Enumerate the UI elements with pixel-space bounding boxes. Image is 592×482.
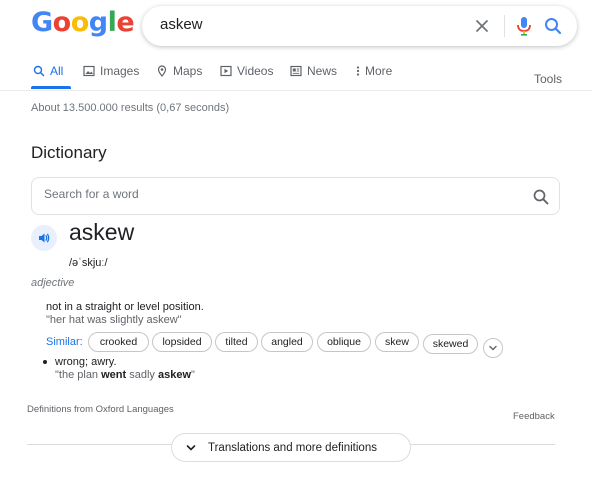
more-vert-icon [356, 66, 360, 76]
similar-chip-lopsided[interactable]: lopsided [152, 332, 212, 352]
tab-label: Maps [173, 64, 203, 78]
definition-text: not in a straight or level position. [46, 301, 204, 313]
dictionary-search-button[interactable] [532, 188, 550, 206]
search-button[interactable] [542, 15, 564, 37]
tools-button[interactable]: Tools [534, 72, 562, 86]
definition-example: "the plan went sadly askew" [55, 369, 195, 381]
search-input[interactable]: askew [160, 16, 203, 33]
search-icon [33, 65, 45, 77]
search-tabs: All Images Maps Videos News More [31, 64, 571, 88]
tab-label: Images [100, 64, 140, 78]
similar-chip-skewed[interactable]: skewed [423, 334, 478, 354]
definition-example: "her hat was slightly askew" [46, 314, 182, 326]
example-emphasis: askew [157, 369, 191, 381]
results-count: About 13.500.000 results (0,67 seconds) [31, 102, 230, 114]
voice-search-button[interactable] [514, 15, 534, 37]
logo-letter: G [31, 7, 53, 38]
tab-label: More [365, 64, 393, 78]
search-icon [545, 18, 562, 35]
feedback-link[interactable]: Feedback [513, 411, 555, 422]
tab-label: Videos [237, 64, 274, 78]
image-icon [83, 65, 95, 77]
google-logo[interactable]: Google [31, 7, 135, 38]
clear-search-button[interactable] [472, 16, 492, 36]
more-similar-button[interactable] [483, 338, 503, 358]
example-text: "the plan [55, 369, 102, 381]
search-box[interactable]: askew [142, 6, 577, 46]
tab-more[interactable]: More [356, 64, 392, 78]
similar-label: Similar: [46, 336, 83, 348]
search-divider [504, 15, 505, 37]
example-text: " [191, 369, 195, 381]
microphone-icon [517, 17, 531, 36]
tab-label: News [307, 64, 338, 78]
dictionary-word: askew [69, 219, 135, 245]
similar-chip-crooked[interactable]: crooked [88, 332, 149, 352]
similar-chip-tilted[interactable]: tilted [215, 332, 258, 352]
news-icon [290, 65, 302, 77]
video-icon [220, 65, 232, 77]
chevron-down-icon [186, 444, 196, 451]
dictionary-search-box[interactable]: Search for a word [31, 177, 560, 215]
tab-maps[interactable]: Maps [156, 64, 202, 78]
similar-chip-oblique[interactable]: oblique [317, 332, 371, 352]
map-pin-icon [157, 65, 167, 77]
logo-letter: l [107, 7, 117, 38]
search-icon [533, 189, 549, 205]
definitions-source: Definitions from Oxford Languages [27, 404, 174, 415]
tab-all[interactable]: All [33, 64, 63, 78]
tab-news[interactable]: News [290, 64, 337, 78]
phonetic-spelling: /əˈskjuː/ [69, 257, 108, 269]
pronunciation-audio-button[interactable] [31, 225, 57, 251]
chevron-down-icon [489, 345, 497, 351]
more-definitions-label: Translations and more definitions [208, 441, 377, 454]
similar-chip-angled[interactable]: angled [261, 332, 313, 352]
logo-letter: o [52, 7, 72, 38]
example-text: sadly [126, 369, 158, 381]
part-of-speech: adjective [31, 277, 75, 289]
list-bullet [43, 360, 47, 364]
close-icon [476, 20, 488, 32]
logo-letter: o [70, 7, 90, 38]
similar-chip-skew[interactable]: skew [375, 332, 419, 352]
speaker-icon [39, 233, 50, 243]
tab-images[interactable]: Images [83, 64, 139, 78]
example-emphasis: went [101, 369, 127, 381]
tab-label: All [50, 64, 64, 78]
active-tab-indicator [31, 86, 71, 89]
logo-letter: e [116, 7, 135, 38]
dictionary-search-input[interactable]: Search for a word [44, 187, 139, 201]
definition-text: wrong; awry. [55, 356, 117, 368]
tab-videos[interactable]: Videos [220, 64, 273, 78]
logo-letter: g [88, 7, 108, 38]
more-definitions-button[interactable]: Translations and more definitions [171, 433, 411, 462]
dictionary-title: Dictionary [31, 143, 107, 162]
header-divider [0, 90, 592, 91]
